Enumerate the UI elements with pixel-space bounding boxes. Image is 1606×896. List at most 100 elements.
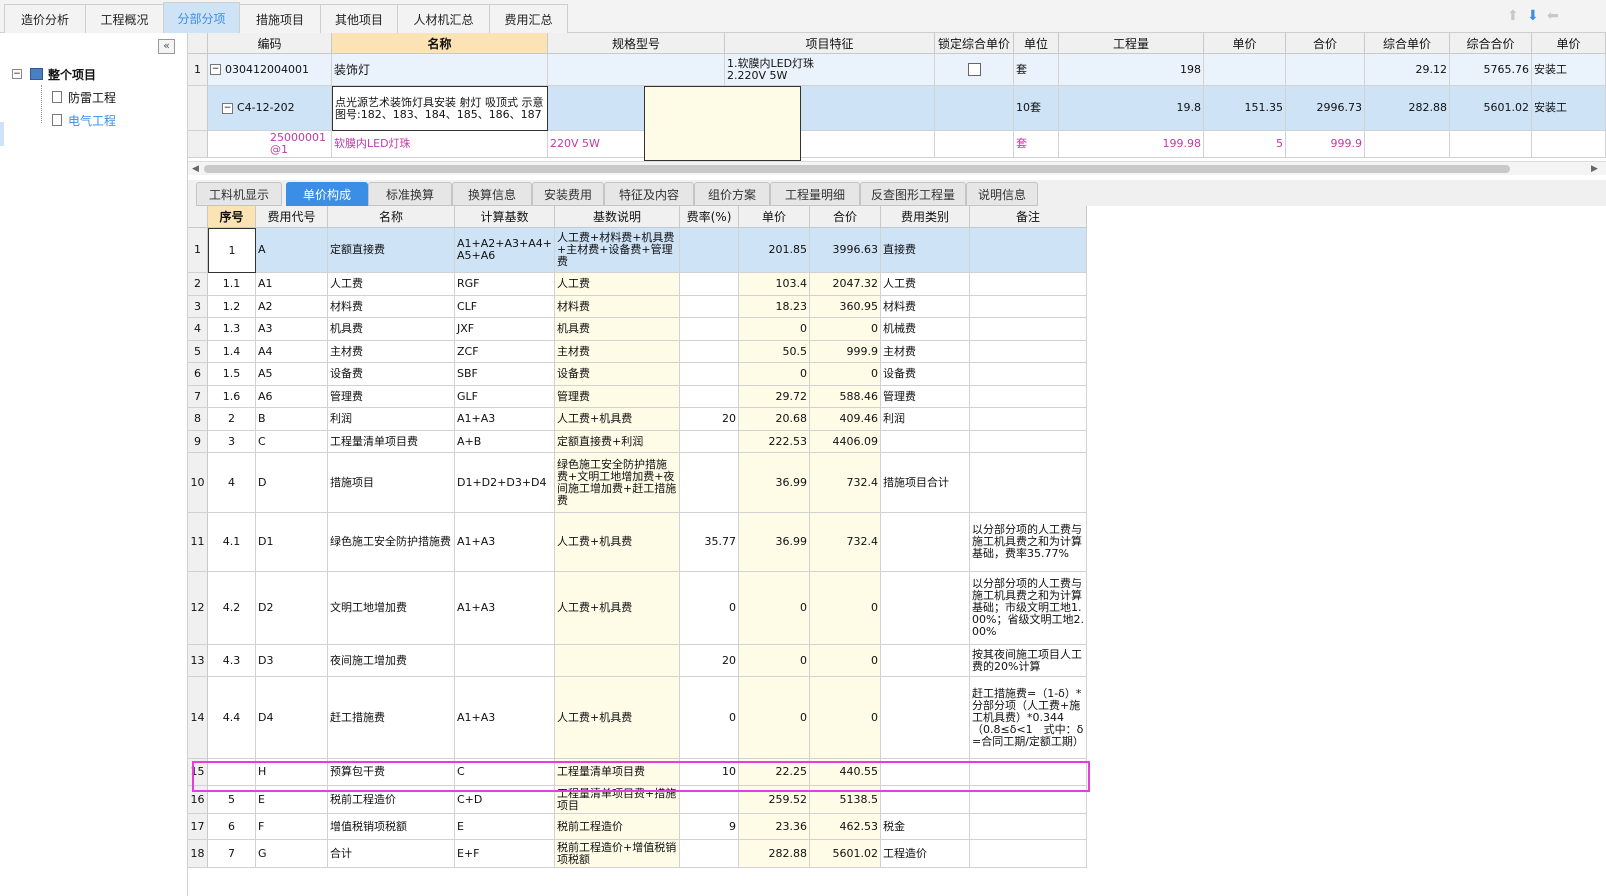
cell-note[interactable]: 以分部分项的人工费与施工机具费之和为计算基础，费率35.77%: [970, 513, 1087, 572]
cell-total[interactable]: 0: [810, 645, 881, 677]
cell-price[interactable]: 36.99: [739, 513, 810, 572]
tree-node-lightning-protection[interactable]: 防雷工程: [52, 88, 116, 106]
cell-note[interactable]: [970, 408, 1087, 431]
cell-rate[interactable]: [680, 453, 739, 513]
cell-price[interactable]: 0: [739, 318, 810, 341]
cell-ctotal[interactable]: [1450, 131, 1532, 158]
move-down-icon[interactable]: ⬇: [1527, 8, 1539, 24]
cell-seq[interactable]: 4.4: [208, 677, 256, 759]
expand-toggle-icon[interactable]: −: [210, 64, 221, 75]
cell-note[interactable]: 按其夜间施工项目人工费的20%计算: [970, 645, 1087, 677]
cell-cat[interactable]: [881, 677, 970, 759]
cell-total[interactable]: 360.95: [810, 296, 881, 318]
cell-cat[interactable]: [881, 572, 970, 645]
cell-total[interactable]: 409.46: [810, 408, 881, 431]
column-header[interactable]: 编码: [208, 33, 332, 54]
cell-note[interactable]: [970, 318, 1087, 341]
cell-code[interactable]: D4: [256, 677, 328, 759]
cell-total[interactable]: 5601.02: [810, 840, 881, 868]
cell-rate[interactable]: [680, 273, 739, 296]
cell-price[interactable]: 0: [739, 363, 810, 386]
cell-total[interactable]: 999.9: [1286, 131, 1365, 158]
cell-base[interactable]: CLF: [455, 296, 555, 318]
cell-code[interactable]: B: [256, 408, 328, 431]
cell-name[interactable]: 管理费: [328, 386, 455, 408]
column-header[interactable]: 名称: [328, 206, 455, 228]
cell-base[interactable]: A1+A3: [455, 408, 555, 431]
cell-qty[interactable]: 19.8: [1059, 86, 1204, 131]
lock-price-cell[interactable]: [935, 86, 1014, 131]
cell-rate[interactable]: [680, 431, 739, 453]
tab-fee-summary[interactable]: 费用汇总: [489, 4, 568, 33]
column-header[interactable]: 费用代号: [256, 206, 328, 228]
detail-tab-5[interactable]: 特征及内容: [604, 182, 694, 206]
collapse-sidebar-button[interactable]: «: [158, 39, 175, 54]
cell-desc[interactable]: 机具费: [555, 318, 680, 341]
cell-name[interactable]: 点光源艺术装饰灯具安装 射灯 吸顶式 示意图号:182、183、184、185、…: [332, 86, 548, 131]
cell-desc[interactable]: 管理费: [555, 386, 680, 408]
cell-name[interactable]: 软膜内LED灯珠: [332, 131, 548, 158]
cell-total[interactable]: [1286, 54, 1365, 86]
cell-total[interactable]: 588.46: [810, 386, 881, 408]
cell-base[interactable]: A1+A3: [455, 572, 555, 645]
cell-code[interactable]: A6: [256, 386, 328, 408]
column-header[interactable]: 综合合价: [1450, 33, 1532, 54]
cell-desc[interactable]: 定额直接费+利润: [555, 431, 680, 453]
cell-rate[interactable]: [680, 341, 739, 363]
column-header[interactable]: 锁定综合单价: [935, 33, 1014, 54]
column-header[interactable]: 单价: [1532, 33, 1606, 54]
cell-note[interactable]: [970, 814, 1087, 840]
cell-name[interactable]: 文明工地增加费: [328, 572, 455, 645]
cell-desc[interactable]: 人工费+材料费+机具费+主材费+设备费+管理费: [555, 228, 680, 273]
cell-base[interactable]: JXF: [455, 318, 555, 341]
cell-rate[interactable]: [680, 318, 739, 341]
scroll-left-icon[interactable]: ◀: [192, 164, 199, 174]
cell-seq[interactable]: 1.2: [208, 296, 256, 318]
cell-note[interactable]: [970, 296, 1087, 318]
cell-name[interactable]: 材料费: [328, 296, 455, 318]
cell-desc[interactable]: 绿色施工安全防护措施费+文明工地增加费+夜间施工增加费+赶工措施费: [555, 453, 680, 513]
cell-base[interactable]: [455, 645, 555, 677]
cell-rate[interactable]: [680, 228, 739, 273]
cell-seq[interactable]: 4.3: [208, 645, 256, 677]
cell-cat[interactable]: 人工费: [881, 273, 970, 296]
cell-total[interactable]: 732.4: [810, 513, 881, 572]
column-header[interactable]: 名称: [332, 33, 548, 54]
cell-total[interactable]: 3996.63: [810, 228, 881, 273]
cell-note[interactable]: [970, 431, 1087, 453]
cell-total[interactable]: 999.9: [810, 341, 881, 363]
cell-price[interactable]: 151.35: [1204, 86, 1286, 131]
tab-other-items[interactable]: 其他项目: [320, 4, 398, 33]
detail-tab-1[interactable]: 单价构成: [286, 182, 368, 206]
cell-qty[interactable]: 199.98: [1059, 131, 1204, 158]
cell-rate[interactable]: 20: [680, 645, 739, 677]
column-header[interactable]: 基数说明: [555, 206, 680, 228]
detail-tab-0[interactable]: 工料机显示: [196, 182, 282, 206]
column-header[interactable]: 工程量: [1059, 33, 1204, 54]
detail-tab-2[interactable]: 标准换算: [368, 182, 452, 206]
cell-code[interactable]: D: [256, 453, 328, 513]
cell-name[interactable]: 工程量清单项目费: [328, 431, 455, 453]
detail-tab-9[interactable]: 说明信息: [966, 182, 1038, 206]
cell-seq[interactable]: 6: [208, 814, 256, 840]
cell-name[interactable]: 主材费: [328, 341, 455, 363]
cell-code[interactable]: A3: [256, 318, 328, 341]
cell-total[interactable]: 2996.73: [1286, 86, 1365, 131]
cell-price[interactable]: 0: [739, 645, 810, 677]
detail-tab-6[interactable]: 组价方案: [694, 182, 770, 206]
cell-rate[interactable]: 0: [680, 572, 739, 645]
cell-note[interactable]: [970, 228, 1087, 273]
cell-cat[interactable]: 管理费: [881, 386, 970, 408]
cell-spec[interactable]: [548, 54, 725, 86]
cell-code[interactable]: A1: [256, 273, 328, 296]
cell-seq[interactable]: 4: [208, 453, 256, 513]
cell-rate[interactable]: 9: [680, 814, 739, 840]
cell-unit[interactable]: 10套: [1014, 86, 1059, 131]
cell-rate[interactable]: [680, 840, 739, 868]
detail-tab-4[interactable]: 安装费用: [532, 182, 604, 206]
cell-price[interactable]: 103.4: [739, 273, 810, 296]
cell-qty[interactable]: 198: [1059, 54, 1204, 86]
cell-price[interactable]: [1204, 54, 1286, 86]
lock-price-cell[interactable]: [935, 54, 1014, 86]
cell-base[interactable]: D1+D2+D3+D4: [455, 453, 555, 513]
